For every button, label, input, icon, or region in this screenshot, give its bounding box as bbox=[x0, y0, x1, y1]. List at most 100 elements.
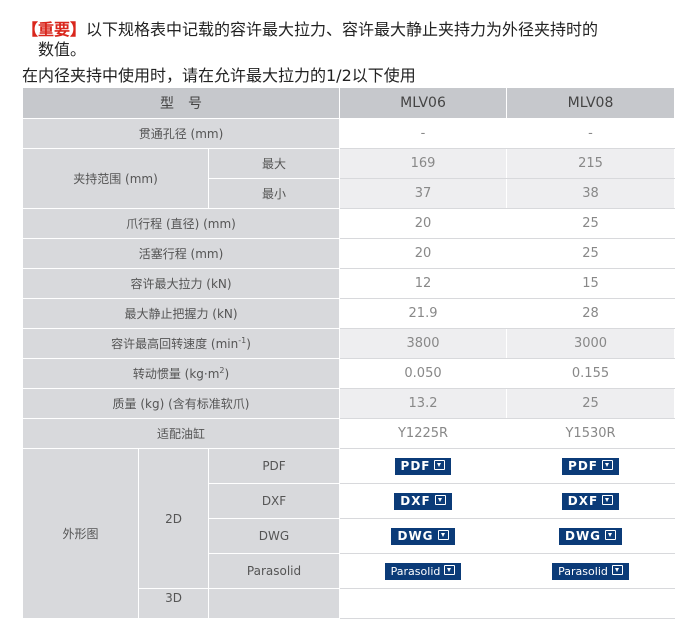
format-label-3d bbox=[207, 588, 341, 619]
pdf-download-button-mlv06[interactable]: PDF bbox=[394, 457, 452, 475]
notice-line1: 以下规格表中记载的容许最大拉力、容许最大静止夹持力为外径夹持时的 bbox=[86, 20, 599, 39]
cell-inertia-mlv06: 0.050 bbox=[339, 358, 508, 389]
row-label-grip-range: 夹持范围 (mm) bbox=[22, 148, 209, 209]
row-label-max-static-grip: 最大静止把握力 (kN) bbox=[21, 298, 341, 329]
cell-grip-min-mlv06: 37 bbox=[339, 178, 508, 209]
row-sublabel-min: 最小 bbox=[207, 178, 341, 209]
table-row: 爪行程 (直径) (mm) 20 25 bbox=[21, 208, 676, 239]
model-header: 型 号 bbox=[21, 87, 341, 119]
cell-mass-mlv06: 13.2 bbox=[339, 388, 508, 419]
row-label-cylinder: 适配油缸 bbox=[21, 418, 341, 449]
parasolid-download-button-mlv06[interactable]: Parasolid bbox=[384, 562, 462, 580]
download-icon bbox=[611, 564, 623, 575]
important-tag: 【重要】 bbox=[22, 20, 87, 39]
format-label-pdf: PDF bbox=[207, 448, 341, 484]
cell-dxf-mlv06: DXF bbox=[339, 483, 508, 519]
cell-parasolid-mlv06: Parasolid bbox=[339, 553, 508, 589]
notice-line2: 在内径夹持中使用时，请在允许最大拉力的1/2以下使用 bbox=[22, 66, 416, 85]
dxf-download-button-mlv06[interactable]: DXF bbox=[394, 492, 452, 510]
cell-grip-min-mlv08: 38 bbox=[506, 178, 676, 209]
cell-pdf-mlv06: PDF bbox=[339, 448, 508, 484]
dwg-button-label: DWG bbox=[397, 528, 434, 543]
cell-grip-max-mlv08: 215 bbox=[506, 148, 676, 179]
cell-max-static-grip-mlv08: 28 bbox=[506, 298, 676, 329]
cell-mass-mlv08: 25 bbox=[506, 388, 676, 419]
parasolid-download-button-mlv08[interactable]: Parasolid bbox=[552, 562, 629, 580]
table-row: 最大静止把握力 (kN) 21.9 28 bbox=[21, 298, 676, 329]
table-row: 活塞行程 (mm) 20 25 bbox=[21, 238, 676, 269]
spec-table: 型 号 MLV06 MLV08 贯通孔径 (mm) - - 夹持范围 (mm) … bbox=[21, 87, 676, 619]
cell-bore-mlv06: - bbox=[339, 118, 508, 149]
model-mlv06-header: MLV06 bbox=[339, 87, 508, 119]
table-row: 容许最大拉力 (kN) 12 15 bbox=[21, 268, 676, 299]
row-label-drawings: 外形图 bbox=[22, 448, 139, 619]
cell-jaw-stroke-mlv06: 20 bbox=[339, 208, 508, 239]
row-label-3d: 3D bbox=[138, 588, 209, 619]
cell-dwg-mlv06: DWG bbox=[339, 518, 508, 554]
table-row: 适配油缸 Y1225R Y1530R bbox=[21, 418, 676, 449]
cell-3d-mlv08 bbox=[506, 588, 676, 619]
download-icon bbox=[437, 529, 449, 540]
cell-piston-stroke-mlv06: 20 bbox=[339, 238, 508, 269]
row-label-inertia: 转动惯量 (kg·m2) bbox=[21, 358, 341, 389]
header-row: 型 号 MLV06 MLV08 bbox=[21, 87, 676, 119]
cell-max-speed-mlv06: 3800 bbox=[339, 328, 508, 359]
dxf-button-label: DXF bbox=[400, 493, 431, 508]
table-row: 贯通孔径 (mm) - - bbox=[21, 118, 676, 149]
cell-bore-mlv08: - bbox=[506, 118, 676, 149]
table-row: 转动惯量 (kg·m2) 0.050 0.155 bbox=[21, 358, 676, 389]
cell-piston-stroke-mlv08: 25 bbox=[506, 238, 676, 269]
cell-cylinder-mlv06: Y1225R bbox=[339, 418, 508, 449]
cell-cylinder-mlv08: Y1530R bbox=[506, 418, 676, 449]
table-row: 夹持范围 (mm) 最大 169 215 bbox=[22, 148, 676, 209]
parasolid-button-label: Parasolid bbox=[558, 564, 608, 578]
parasolid-button-label: Parasolid bbox=[390, 564, 441, 578]
model-mlv08-header: MLV08 bbox=[506, 87, 676, 119]
cell-max-static-grip-mlv06: 21.9 bbox=[339, 298, 508, 329]
format-label-parasolid: Parasolid bbox=[207, 553, 341, 589]
cell-max-speed-mlv08: 3000 bbox=[506, 328, 676, 359]
pdf-button-label: PDF bbox=[568, 458, 598, 473]
download-icon bbox=[434, 494, 446, 505]
notice-text: 【重要】以下规格表中记载的容许最大拉力、容许最大静止夹持力为外径夹持时的 数值。 bbox=[22, 20, 672, 60]
format-label-dxf: DXF bbox=[207, 483, 341, 519]
row-label-2d: 2D bbox=[138, 448, 209, 589]
row-label-max-pull: 容许最大拉力 (kN) bbox=[21, 268, 341, 299]
dxf-button-label: DXF bbox=[567, 493, 599, 508]
pdf-download-button-mlv08[interactable]: PDF bbox=[562, 457, 619, 475]
cell-grip-max-mlv06: 169 bbox=[339, 148, 508, 179]
max-speed-label-text: 容许最高回转速度 (min bbox=[111, 337, 239, 351]
cell-dxf-mlv08: DXF bbox=[506, 483, 676, 519]
dwg-download-button-mlv08[interactable]: DWG bbox=[558, 527, 623, 545]
inertia-label-end: ) bbox=[224, 367, 230, 381]
download-icon bbox=[434, 459, 446, 470]
row-label-max-speed: 容许最高回转速度 (min-1) bbox=[21, 328, 341, 359]
dwg-button-label: DWG bbox=[564, 528, 602, 543]
cell-dwg-mlv08: DWG bbox=[506, 518, 676, 554]
download-icon bbox=[602, 494, 614, 505]
cell-jaw-stroke-mlv08: 25 bbox=[506, 208, 676, 239]
cell-3d-mlv06 bbox=[339, 588, 508, 619]
cell-max-pull-mlv08: 15 bbox=[506, 268, 676, 299]
table-row: 质量 (kg) (含有标准软爪) 13.2 25 bbox=[21, 388, 676, 419]
download-icon bbox=[605, 529, 617, 540]
cell-pdf-mlv08: PDF bbox=[506, 448, 676, 484]
dwg-download-button-mlv06[interactable]: DWG bbox=[391, 527, 455, 545]
row-label-bore: 贯通孔径 (mm) bbox=[21, 118, 341, 149]
download-icon bbox=[601, 459, 613, 470]
row-sublabel-max: 最大 bbox=[207, 148, 341, 179]
row-label-piston-stroke: 活塞行程 (mm) bbox=[21, 238, 341, 269]
notice-line1-cont: 数值。 bbox=[38, 40, 87, 59]
pdf-button-label: PDF bbox=[400, 458, 431, 473]
row-label-jaw-stroke: 爪行程 (直径) (mm) bbox=[21, 208, 341, 239]
cell-max-pull-mlv06: 12 bbox=[339, 268, 508, 299]
format-label-dwg: DWG bbox=[207, 518, 341, 554]
dxf-download-button-mlv08[interactable]: DXF bbox=[561, 492, 620, 510]
table-row: 容许最高回转速度 (min-1) 3800 3000 bbox=[21, 328, 676, 359]
row-label-mass: 质量 (kg) (含有标准软爪) bbox=[21, 388, 341, 419]
cell-inertia-mlv08: 0.155 bbox=[506, 358, 676, 389]
inertia-label-text: 转动惯量 (kg·m bbox=[132, 367, 220, 381]
cell-parasolid-mlv08: Parasolid bbox=[506, 553, 676, 589]
table-row: 外形图 2D PDF PDF PDF bbox=[22, 448, 676, 619]
max-speed-label-end: ) bbox=[246, 337, 251, 351]
